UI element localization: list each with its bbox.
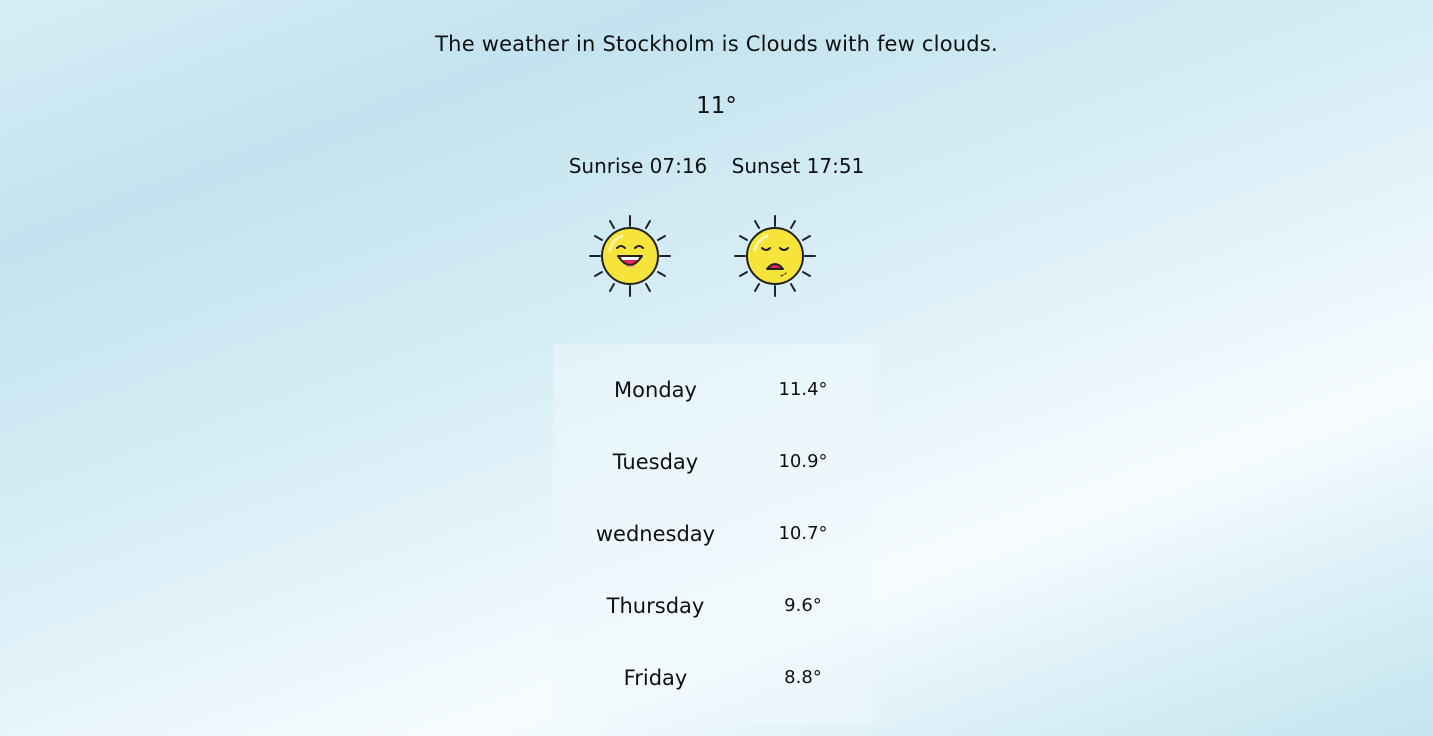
forecast-row: wednesday 10.7° bbox=[553, 514, 873, 554]
weather-page: The weather in Stockholm is Clouds with … bbox=[0, 0, 1433, 736]
sunrise-label: Sunrise bbox=[568, 154, 644, 178]
sunrise-text: Sunrise 07:16 bbox=[569, 154, 708, 178]
forecast-day: Friday bbox=[623, 666, 688, 690]
forecast-row: Monday 11.4° bbox=[553, 370, 873, 410]
forecast-temp: 10.9° bbox=[778, 451, 828, 472]
weather-headline: The weather in Stockholm is Clouds with … bbox=[435, 32, 998, 56]
forecast-temp: 8.8° bbox=[784, 667, 822, 688]
forecast-day: Thursday bbox=[606, 594, 705, 618]
sad-sun-icon bbox=[734, 215, 816, 297]
forecast-table: Monday 11.4° Tuesday 10.9° wednesday 10.… bbox=[553, 344, 873, 724]
happy-sun-icon bbox=[589, 215, 671, 297]
sunset-text: Sunset 17:51 bbox=[732, 154, 865, 178]
sun-times: Sunrise 07:16 Sunset 17:51 bbox=[0, 154, 1433, 178]
forecast-temp: 11.4° bbox=[778, 379, 828, 400]
forecast-temp: 10.7° bbox=[778, 523, 828, 544]
sunrise-time: 07:16 bbox=[649, 154, 708, 178]
forecast-row: Tuesday 10.9° bbox=[553, 442, 873, 482]
sunset-label: Sunset bbox=[731, 154, 801, 178]
forecast-day: wednesday bbox=[595, 522, 716, 546]
forecast-temp: 9.6° bbox=[784, 595, 822, 616]
forecast-row: Thursday 9.6° bbox=[553, 586, 873, 626]
forecast-row: Friday 8.8° bbox=[553, 658, 873, 698]
current-temperature: 11° bbox=[696, 93, 737, 119]
sunset-time: 17:51 bbox=[806, 154, 865, 178]
forecast-day: Monday bbox=[614, 378, 697, 402]
forecast-day: Tuesday bbox=[612, 450, 699, 474]
